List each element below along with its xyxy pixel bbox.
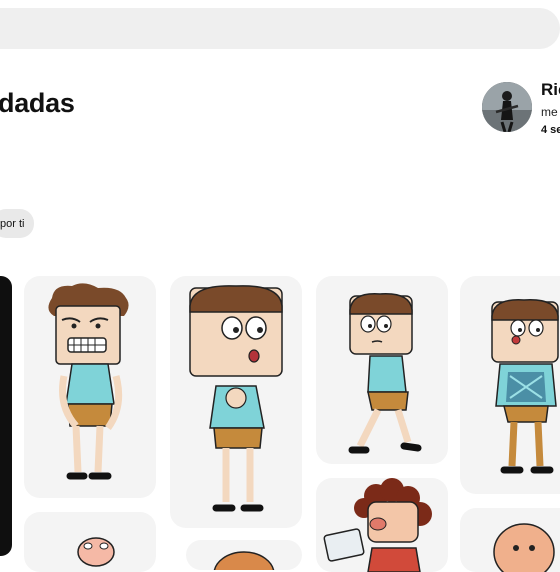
- pin-card-orange-character[interactable]: [186, 540, 302, 570]
- cartoon-character-orange-icon: [213, 551, 275, 570]
- user-avatar[interactable]: [482, 82, 532, 132]
- pin-card-dark[interactable]: [0, 276, 12, 556]
- profile-name[interactable]: Ric: [541, 80, 560, 100]
- pin-card-bald-character-2[interactable]: [460, 508, 560, 572]
- search-bar[interactable]: [0, 8, 560, 49]
- profile-handle: me: [541, 105, 558, 119]
- board-title: dadas: [0, 88, 75, 118]
- pin-card-curly-hair-character[interactable]: [316, 478, 448, 572]
- pin-card-bald-character[interactable]: [24, 512, 156, 572]
- cartoon-character-grimacing-icon: [48, 283, 129, 480]
- pin-card-sweater-character[interactable]: [460, 276, 560, 494]
- cartoon-character-bald-2-icon: [493, 523, 555, 572]
- cartoon-character-sweater-icon: [491, 299, 559, 474]
- avatar-photo-icon: [482, 82, 532, 132]
- filter-chip-for-you[interactable]: por ti: [0, 209, 35, 238]
- filter-chip-label: por ti: [0, 217, 25, 230]
- pin-card-grimacing-character[interactable]: [24, 276, 156, 498]
- cartoon-character-walking-icon: [348, 293, 422, 454]
- profile-followers: 4 se: [541, 124, 560, 136]
- cartoon-character-surprised-icon: [189, 285, 283, 512]
- cartoon-character-bald-icon: [77, 537, 115, 567]
- cartoon-character-curly-hair-icon: [323, 478, 432, 572]
- pin-card-surprised-character[interactable]: [170, 276, 302, 528]
- pin-card-walking-character[interactable]: [316, 276, 448, 464]
